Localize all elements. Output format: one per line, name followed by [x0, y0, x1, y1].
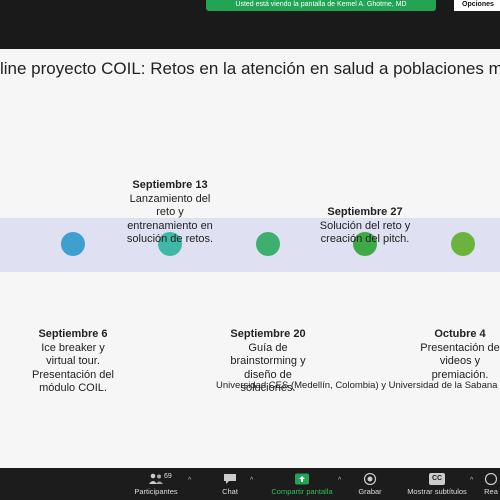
event-date: Septiembre 6: [38, 328, 108, 340]
universities-footer: Universidad CES (Medellín, Colombia) y U…: [216, 380, 500, 391]
chat-button[interactable]: Chat: [212, 468, 248, 500]
chat-icon: [224, 474, 236, 484]
chevron-up-icon[interactable]: ^: [250, 477, 253, 484]
record-icon: [363, 473, 377, 485]
share-screen-label: Compartir pantalla: [271, 487, 333, 496]
top-bar: Usted está viendo la pantalla de Kemel A…: [0, 0, 500, 12]
reactions-label: Rea: [484, 487, 498, 496]
event-text: Lanzamiento del reto y entrenamiento en …: [126, 192, 214, 246]
timeline-dot-1: [61, 232, 85, 256]
slide-title: line proyecto COIL: Retos en la atención…: [0, 59, 500, 78]
event-sep27: Septiembre 27 Solución del reto y creaci…: [319, 206, 411, 247]
participants-button[interactable]: 69 Participantes: [126, 468, 186, 500]
event-date: Septiembre 13: [132, 179, 208, 191]
record-label: Grabar: [358, 487, 382, 496]
event-text: Solución del reto y creación del pitch.: [319, 219, 411, 246]
event-sep6: Septiembre 6 Ice breaker y virtual tour.…: [28, 328, 118, 396]
timeline-dot-3: [256, 232, 280, 256]
event-date: Septiembre 27: [327, 206, 403, 218]
event-date: Septiembre 20: [230, 328, 306, 340]
cc-icon: CC: [429, 473, 445, 485]
options-button[interactable]: Opciones: [454, 0, 500, 11]
subtitles-button[interactable]: CC Mostrar subtítulos: [398, 468, 476, 500]
event-sep13: Septiembre 13 Lanzamiento del reto y ent…: [122, 179, 218, 247]
chevron-up-icon[interactable]: ^: [338, 477, 341, 484]
screen-share-banner[interactable]: Usted está viendo la pantalla de Kemel A…: [206, 0, 436, 11]
chat-label: Chat: [222, 487, 238, 496]
reactions-button[interactable]: Rea: [482, 468, 500, 500]
event-text: Presentación de videos y premiación.: [420, 341, 500, 381]
record-button[interactable]: Grabar: [352, 468, 388, 500]
event-text: Ice breaker y virtual tour. Presentación…: [32, 341, 114, 395]
subtitles-label: Mostrar subtítulos: [407, 487, 467, 496]
participants-count: 69: [164, 473, 172, 480]
event-date: Octubre 4: [434, 328, 486, 340]
timeline-dot-5: [451, 232, 475, 256]
meeting-toolbar: 69 Participantes ^ Chat ^ Compartir pant…: [0, 468, 500, 500]
chevron-up-icon[interactable]: ^: [188, 477, 191, 484]
chevron-up-icon[interactable]: ^: [470, 477, 473, 484]
participants-label: Participantes: [134, 487, 178, 496]
share-screen-button[interactable]: Compartir pantalla: [262, 468, 342, 500]
participants-icon: [149, 473, 163, 484]
share-screen-icon: [295, 473, 309, 485]
event-oct4: Octubre 4 Presentación de videos y premi…: [420, 328, 500, 382]
reactions-icon: [484, 473, 498, 485]
